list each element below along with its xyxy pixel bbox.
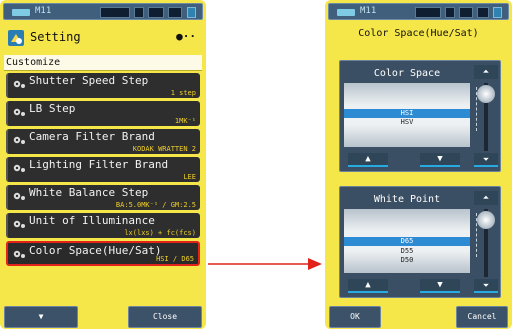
- status-segment: [459, 7, 473, 18]
- scroll-bottom-button[interactable]: ⏷: [474, 279, 498, 293]
- gears-icon: [13, 80, 25, 88]
- bottom-bar: ▼ Close: [0, 303, 206, 329]
- gears-icon: [13, 164, 25, 172]
- panel-header: White Point: [373, 194, 441, 205]
- menu-item-label: Camera Filter Brand: [29, 130, 155, 143]
- menu-item-value: LEE: [183, 173, 196, 181]
- up-button[interactable]: ▲: [348, 153, 388, 167]
- gears-icon: [13, 220, 25, 228]
- menu-item-lighting-filter-brand[interactable]: Lighting Filter Brand LEE: [6, 157, 200, 182]
- status-segment: [415, 7, 441, 18]
- status-segment: [168, 7, 182, 18]
- menu-item-shutter-speed-step[interactable]: Shutter Speed Step 1 step: [6, 73, 200, 98]
- status-bar: M11: [3, 3, 203, 20]
- down-button[interactable]: ▼: [420, 153, 460, 167]
- menu-item-value: HSI / D65: [156, 255, 194, 263]
- setting-screen: M11 Setting ●·· Customize Shutter Speed …: [0, 0, 206, 329]
- list-item-selected[interactable]: D65: [344, 237, 470, 246]
- arrow-right-icon: [208, 258, 322, 270]
- menu-item-white-balance-step[interactable]: White Balance Step BA:5.0MK⁻¹ / GM:2.5: [6, 185, 200, 210]
- cancel-button[interactable]: Cancel: [456, 306, 508, 328]
- setting-header: Setting ●··: [4, 24, 202, 52]
- menu-item-value: KODAK WRATTEN 2: [132, 145, 196, 153]
- menu-item-lb-step[interactable]: LB Step 1MK⁻¹: [6, 101, 200, 126]
- menu-item-label: Shutter Speed Step: [29, 74, 149, 87]
- list-item[interactable]: D50: [344, 256, 470, 265]
- mode-indicator: M11: [35, 6, 52, 16]
- list-item[interactable]: D55: [344, 247, 470, 256]
- setting-icon: [8, 30, 24, 46]
- gears-icon: [13, 192, 25, 200]
- status-segment: [477, 7, 489, 18]
- status-segment: [445, 7, 455, 18]
- down-button[interactable]: ▼: [420, 279, 460, 293]
- page-title: Setting: [30, 30, 81, 44]
- color-space-screen: M11 Color Space(Hue/Sat) Color Space HSI…: [325, 0, 512, 329]
- status-bar: M11: [328, 3, 509, 20]
- scroll-knob[interactable]: [477, 85, 495, 103]
- menu-item-color-space[interactable]: Color Space(Hue/Sat) HSI / D65: [6, 241, 200, 266]
- battery-icon: [337, 9, 355, 16]
- status-segment: [100, 7, 130, 18]
- gears-icon: [13, 108, 25, 116]
- list-item[interactable]: HSV: [344, 118, 470, 127]
- menu-item-unit-of-illuminance[interactable]: Unit of Illuminance lx(lxs) + fc(fcs): [6, 213, 200, 238]
- section-label: Customize: [6, 57, 61, 68]
- mode-indicator: M11: [360, 6, 377, 16]
- white-point-list[interactable]: D65 D55 D50: [344, 209, 470, 273]
- menu-item-label: Color Space(Hue/Sat): [29, 244, 162, 257]
- menu-item-value: lx(lxs) + fc(fcs): [124, 229, 196, 237]
- gears-icon: [13, 136, 25, 144]
- scroll-bottom-button[interactable]: ⏷: [474, 153, 498, 167]
- signal-icon: [493, 7, 502, 18]
- menu-list: Shutter Speed Step 1 step LB Step 1MK⁻¹ …: [6, 73, 200, 269]
- close-button[interactable]: Close: [128, 306, 202, 328]
- scroll-down-button[interactable]: ▼: [4, 306, 78, 328]
- bottom-bar: OK Cancel: [325, 303, 512, 329]
- color-space-list[interactable]: HSI HSV: [344, 83, 470, 147]
- ok-button[interactable]: OK: [329, 306, 381, 328]
- menu-item-value: BA:5.0MK⁻¹ / GM:2.5: [115, 201, 196, 209]
- scroll-top-button[interactable]: ⏶: [474, 191, 498, 205]
- gears-icon: [13, 250, 25, 258]
- battery-icon: [12, 9, 30, 16]
- section-header: Customize: [4, 55, 202, 71]
- menu-item-label: Lighting Filter Brand: [29, 158, 169, 171]
- page-indicator: ●··: [176, 30, 196, 43]
- up-button[interactable]: ▲: [348, 279, 388, 293]
- list-item-selected[interactable]: HSI: [344, 109, 470, 118]
- color-space-panel: Color Space HSI HSV ▲ ▼ ⏶ ⏷: [339, 60, 501, 172]
- panel-header: Color Space: [373, 68, 441, 79]
- menu-item-value: 1 step: [170, 89, 196, 97]
- status-segment: [134, 7, 144, 18]
- scroll-knob[interactable]: [477, 211, 495, 229]
- signal-icon: [187, 7, 196, 18]
- status-segment: [148, 7, 164, 18]
- menu-item-label: White Balance Step: [29, 186, 149, 199]
- menu-item-value: 1MK⁻¹: [174, 117, 196, 125]
- page-title: Color Space(Hue/Sat): [358, 28, 479, 39]
- menu-item-camera-filter-brand[interactable]: Camera Filter Brand KODAK WRATTEN 2: [6, 129, 200, 154]
- scroll-top-button[interactable]: ⏶: [474, 65, 498, 79]
- menu-item-label: LB Step: [29, 102, 76, 115]
- menu-item-label: Unit of Illuminance: [29, 214, 155, 227]
- white-point-panel: White Point D65 D55 D50 ▲ ▼ ⏶ ⏷: [339, 186, 501, 298]
